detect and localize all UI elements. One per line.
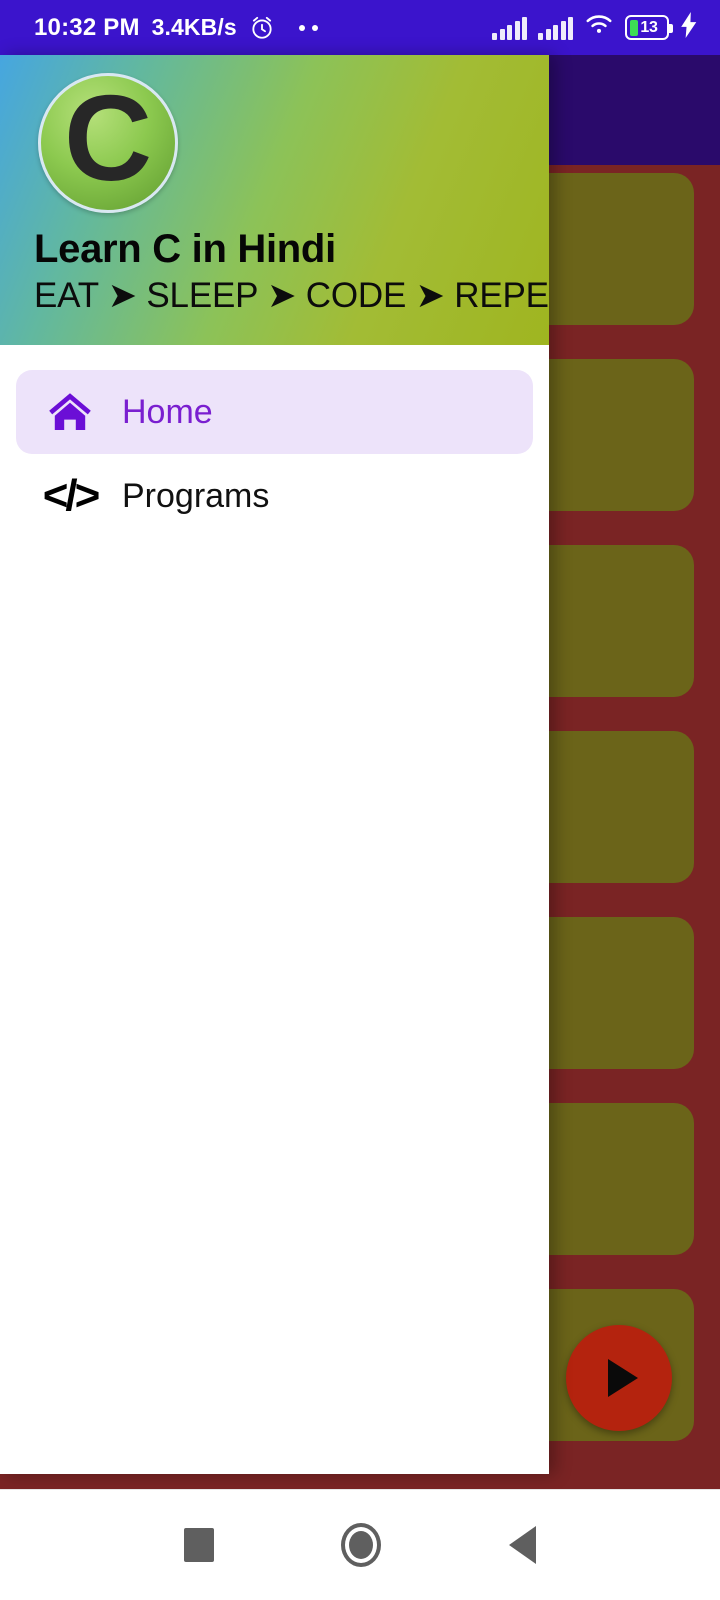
status-bar-right: 13 <box>492 12 698 43</box>
network-speed: 3.4KB/s <box>151 14 237 40</box>
sidebar-item-programs[interactable]: </> Programs <box>16 454 533 538</box>
navigation-drawer: C Learn C in Hindi EAT ➤ SLEEP ➤ CODE ➤ … <box>0 55 549 1474</box>
app-tagline: EAT ➤ SLEEP ➤ CODE ➤ REPEAT <box>34 276 549 315</box>
signal-bars-icon-2 <box>538 16 573 40</box>
home-circle-icon[interactable] <box>341 1523 382 1567</box>
battery-icon: 13 <box>625 15 673 40</box>
app-logo-c: C <box>38 73 178 213</box>
sidebar-item-home[interactable]: Home <box>16 370 533 454</box>
code-brackets-icon: </> <box>42 471 101 520</box>
wifi-icon <box>584 13 614 42</box>
notification-dots-icon <box>298 24 318 31</box>
code-brackets-glyph: </> <box>42 471 101 520</box>
signal-bars-icon <box>492 16 527 40</box>
drawer-menu: Home </> Programs <box>0 345 549 538</box>
back-triangle-icon[interactable] <box>509 1526 537 1564</box>
sidebar-item-label: Home <box>122 392 213 431</box>
phone-screen: C Programming Variable Operators Functio… <box>0 0 720 1600</box>
drawer-header: C Learn C in Hindi EAT ➤ SLEEP ➤ CODE ➤ … <box>0 55 549 345</box>
alarm-clock-icon <box>249 15 275 41</box>
play-fab-button[interactable] <box>566 1325 672 1431</box>
status-time: 10:32 PM <box>34 13 140 41</box>
recents-square-icon[interactable] <box>183 1528 214 1562</box>
play-icon <box>608 1359 638 1397</box>
status-bar: 10:32 PM 3.4KB/s 13 <box>0 0 720 55</box>
system-navigation-bar <box>0 1489 720 1600</box>
app-title: Learn C in Hindi <box>34 227 336 271</box>
home-icon <box>42 388 98 436</box>
logo-letter: C <box>63 70 153 206</box>
status-bar-left: 10:32 PM 3.4KB/s <box>34 14 492 42</box>
charging-bolt-icon <box>680 12 698 43</box>
battery-level-label: 13 <box>640 18 658 36</box>
sidebar-item-label: Programs <box>122 476 270 515</box>
